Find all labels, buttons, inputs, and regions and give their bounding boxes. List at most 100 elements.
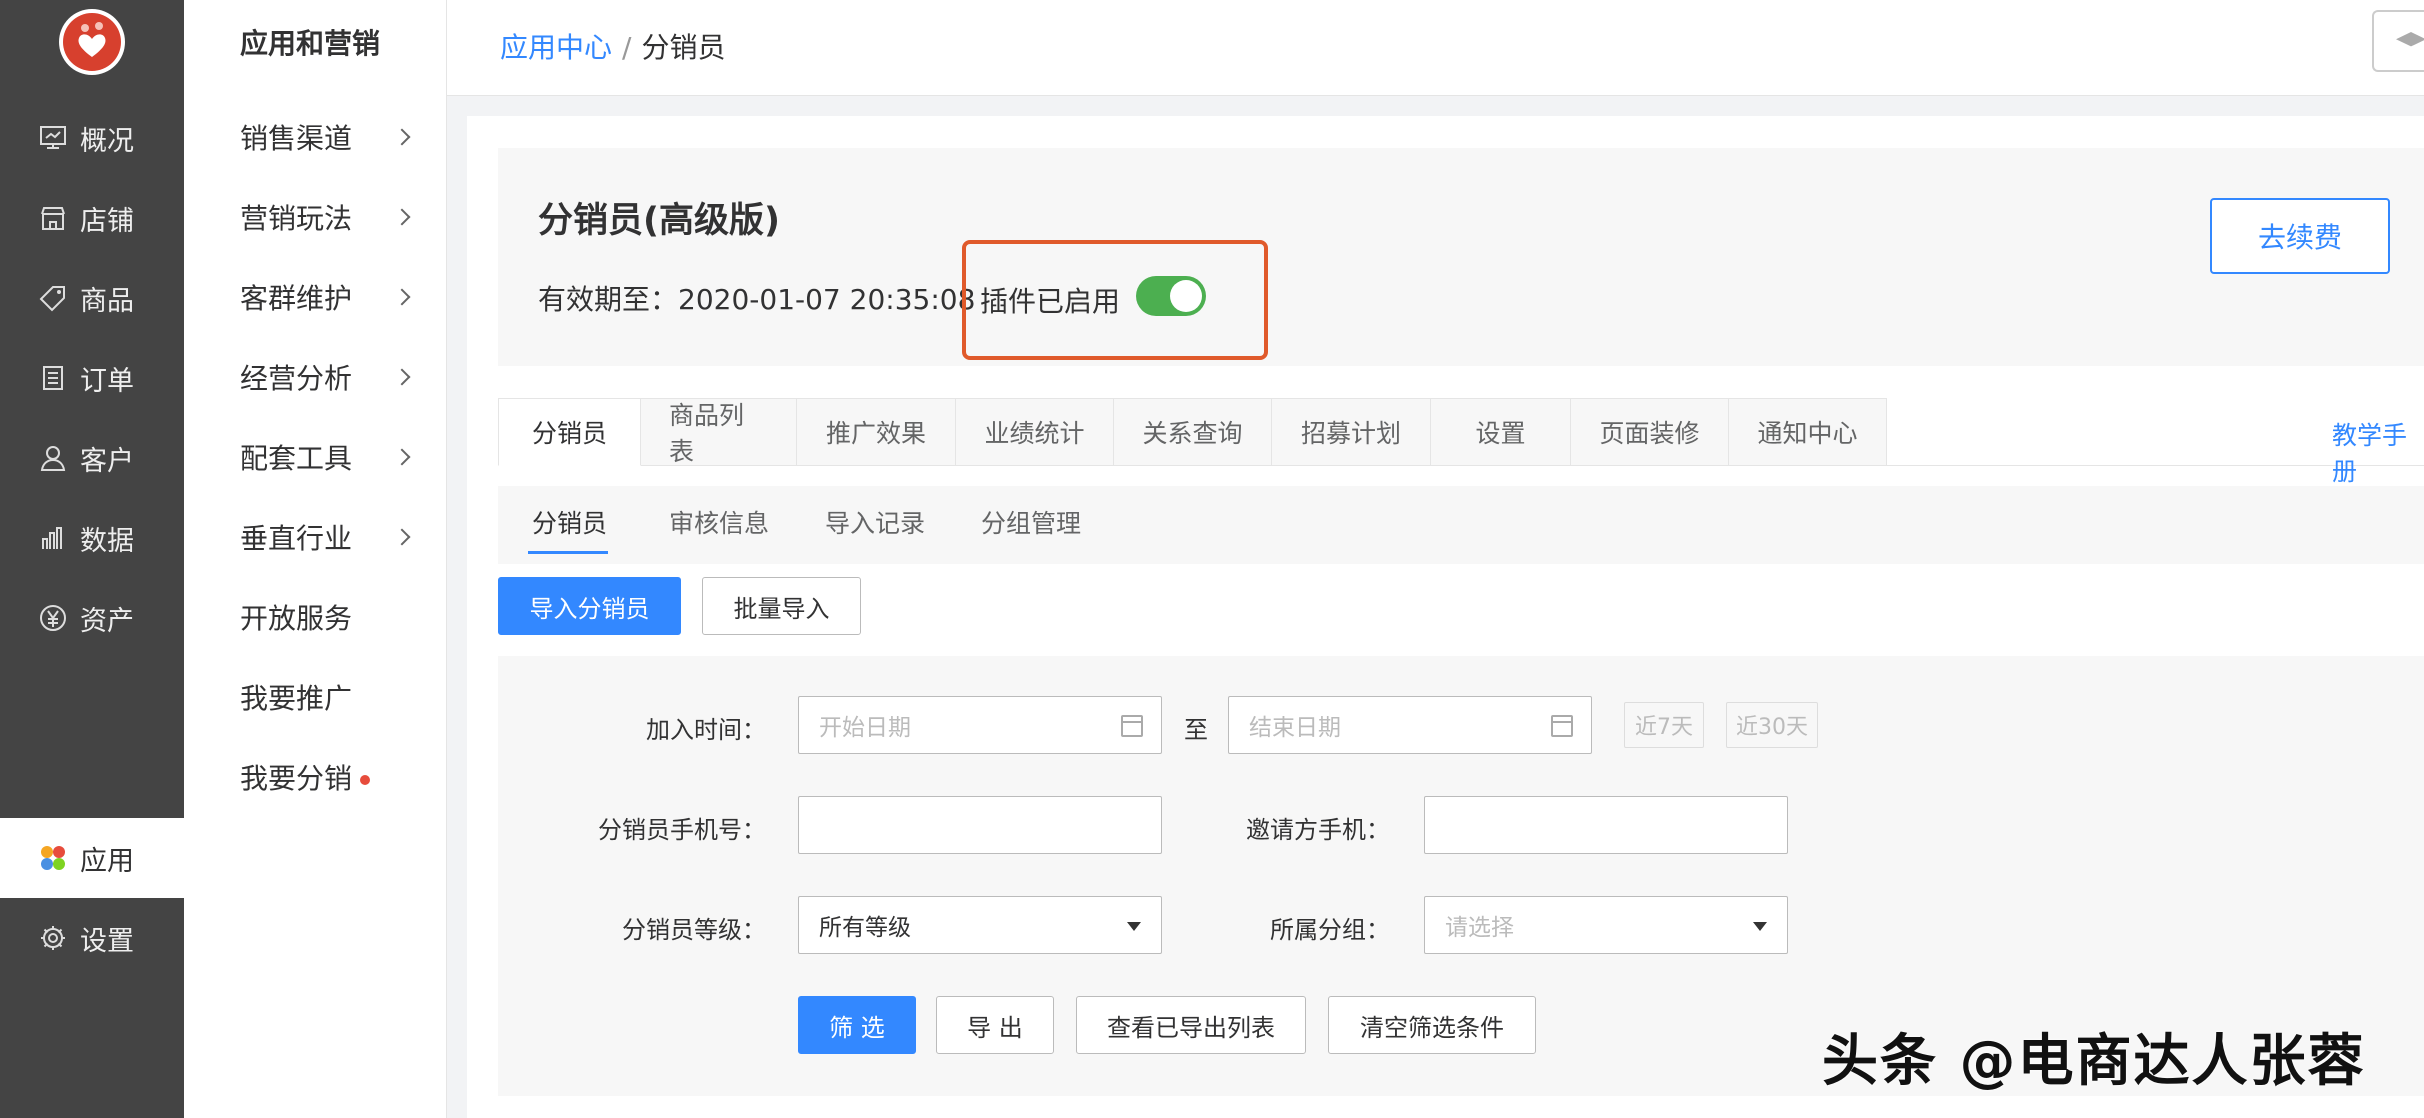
tab-promotion-effect[interactable]: 推广效果 [797,398,956,466]
sidebar-item-label: 营销玩法 [240,202,353,235]
last-7-days-button[interactable]: 近7天 [1624,702,1704,748]
nav1-item-orders[interactable]: 订单 [0,338,184,418]
import-distributor-button[interactable]: 导入分销员 [498,577,681,635]
chevron-right-icon [393,368,411,386]
plugin-status-label: 插件已启用 [980,285,1121,318]
primary-sidebar: 概况 店铺 商品 订单 客户 数据 资产 应用 设置 [0,0,184,1118]
app-root: 概况 店铺 商品 订单 客户 数据 资产 应用 设置 应用和营销 销售渠道 营销… [0,0,2424,1118]
nav1-item-store[interactable]: 店铺 [0,178,184,258]
phone-label: 分销员手机号： [598,816,766,844]
group-select[interactable]: 请选择 [1424,896,1788,954]
nav1-item-settings[interactable]: 设置 [0,898,184,978]
filter-button[interactable]: 筛 选 [798,996,916,1054]
toggle-knob [1170,280,1202,312]
group-select-placeholder: 请选择 [1445,915,1514,941]
breadcrumb-root-link[interactable]: 应用中心 [500,31,612,64]
tab-notifications[interactable]: 通知中心 [1729,398,1887,466]
nav1-label: 店铺 [80,205,134,237]
sidebar-item-label: 客群维护 [240,282,353,315]
breadcrumb-separator: / [622,31,632,64]
nav1-label: 设置 [80,925,134,957]
tab-relations[interactable]: 关系查询 [1114,398,1272,466]
academy-button[interactable] [2372,10,2424,72]
chevron-right-icon [393,288,411,306]
page-title: 分销员(高级版) [538,201,780,241]
sidebar-title: 应用和营销 [240,27,381,60]
inviter-phone-label: 邀请方手机： [1246,816,1390,844]
sidebar-item-label: 销售渠道 [240,122,353,155]
start-date-input[interactable]: 开始日期 [798,696,1162,754]
subtab-review[interactable]: 审核信息 [669,504,769,540]
tab-distributors[interactable]: 分销员 [498,398,641,466]
sidebar-item-label: 经营分析 [240,362,353,395]
user-icon [38,443,68,473]
chevron-right-icon [393,448,411,466]
join-time-label: 加入时间： [646,716,766,744]
view-exported-button[interactable]: 查看已导出列表 [1076,996,1306,1054]
nav1-label: 应用 [80,845,134,877]
chevron-right-icon [393,528,411,546]
valid-value: 2020-01-07 20:35:08 [678,283,976,316]
nav1-item-goods[interactable]: 商品 [0,258,184,338]
end-date-placeholder: 结束日期 [1249,715,1341,741]
sidebar-item-label: 开放服务 [240,602,353,635]
sidebar-item-promote[interactable]: 我要推广 [240,677,420,717]
tab-page-decoration[interactable]: 页面装修 [1571,398,1729,466]
calendar-icon [1551,715,1573,737]
batch-import-button[interactable]: 批量导入 [702,577,861,635]
sidebar-item-label: 垂直行业 [240,522,353,555]
tab-settings[interactable]: 设置 [1431,398,1571,466]
sidebar-item-label: 我要推广 [240,682,353,715]
nav1-item-assets[interactable]: 资产 [0,578,184,658]
sidebar-item-marketing[interactable]: 营销玩法 [240,197,420,237]
sidebar-item-sales-channel[interactable]: 销售渠道 [240,117,420,157]
sidebar-item-customer-care[interactable]: 客群维护 [240,277,420,317]
graduation-cap-icon [2396,32,2424,47]
tab-recruit-plan[interactable]: 招募计划 [1272,398,1431,466]
nav1-label: 客户 [80,445,134,477]
start-date-placeholder: 开始日期 [819,715,911,741]
nav1-item-data[interactable]: 数据 [0,498,184,578]
subtab-distributors[interactable]: 分销员 [532,504,607,540]
chevron-right-icon [393,208,411,226]
tab-performance[interactable]: 业绩统计 [956,398,1114,466]
level-label: 分销员等级： [622,916,766,944]
nav1-label: 数据 [80,525,134,557]
sidebar-item-open-service[interactable]: 开放服务 [240,597,420,637]
logo-heart-icon [63,13,121,71]
document-icon [38,363,68,393]
subtab-group-manage[interactable]: 分组管理 [981,504,1081,540]
nav1-label: 资产 [80,605,134,637]
shop-logo[interactable] [59,9,125,75]
end-date-input[interactable]: 结束日期 [1228,696,1592,754]
top-header: 应用中心 / 分销员 [447,0,2424,96]
nav1-item-overview[interactable]: 概况 [0,98,184,178]
chevron-right-icon [393,128,411,146]
valid-label: 有效期至： [538,283,679,316]
inviter-phone-input[interactable] [1424,796,1788,854]
sidebar-item-analysis[interactable]: 经营分析 [240,357,420,397]
last-30-days-button[interactable]: 近30天 [1726,702,1818,748]
sidebar-item-distribution[interactable]: 我要分销 [240,757,420,797]
tab-goods-list[interactable]: 商品列表 [641,398,797,466]
nav1-item-apps[interactable]: 应用 [0,818,184,898]
clear-filter-button[interactable]: 清空筛选条件 [1328,996,1536,1054]
renew-button[interactable]: 去续费 [2210,198,2390,274]
plugin-status-highlight: 插件已启用 [962,240,1268,360]
nav1-label: 概况 [80,125,134,157]
store-icon [38,203,68,233]
sidebar-item-tools[interactable]: 配套工具 [240,437,420,477]
subtab-import-records[interactable]: 导入记录 [825,504,925,540]
tutorial-link[interactable]: 教学手册 [2332,416,2424,488]
export-button[interactable]: 导 出 [936,996,1054,1054]
valid-until: 有效期至：2020-01-07 20:35:08 [538,278,975,318]
subtab-active-indicator [528,551,608,554]
breadcrumb-current: 分销员 [641,31,726,64]
sidebar-item-vertical[interactable]: 垂直行业 [240,517,420,557]
level-select-value: 所有等级 [819,915,911,941]
nav1-label: 商品 [80,285,134,317]
level-select[interactable]: 所有等级 [798,896,1162,954]
distributor-phone-input[interactable] [798,796,1162,854]
plugin-toggle[interactable] [1136,276,1206,316]
nav1-item-customers[interactable]: 客户 [0,418,184,498]
